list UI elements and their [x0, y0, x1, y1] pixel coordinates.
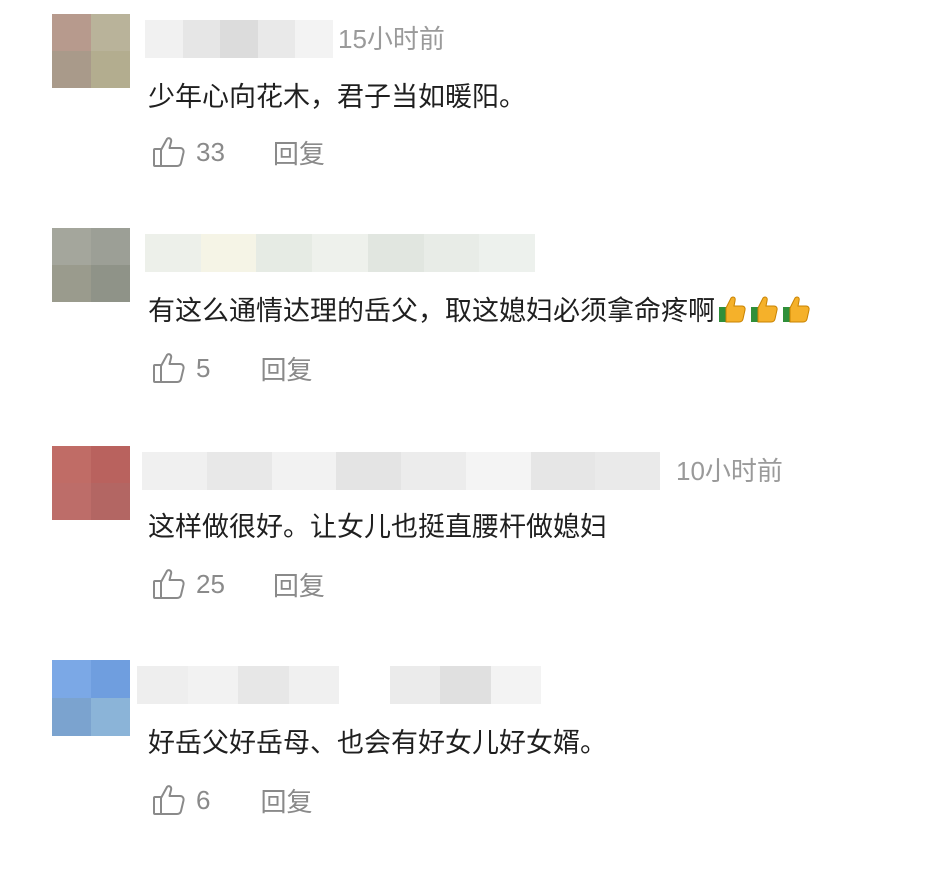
comment-actions: 33 回复	[152, 132, 325, 172]
avatar-pixel	[52, 228, 91, 265]
like-button[interactable]: 33	[152, 135, 225, 169]
like-button[interactable]: 6	[152, 783, 210, 817]
username-blurred[interactable]	[137, 666, 541, 704]
avatar[interactable]	[52, 446, 130, 520]
comment-item: 有这么通情达理的岳父，取这媳妇必须拿命疼啊 5 回复	[0, 228, 928, 438]
avatar-pixel	[91, 446, 130, 483]
comment-text: 这样做很好。让女儿也挺直腰杆做媳妇	[148, 512, 607, 543]
avatar-pixel	[52, 14, 91, 51]
thumbs-up-emoji-group	[715, 296, 811, 327]
thumbs-up-icon	[153, 569, 185, 599]
username-pixel	[220, 20, 258, 58]
username-pixel	[295, 20, 333, 58]
avatar-pixel	[52, 51, 91, 88]
username-pixel	[479, 234, 535, 272]
reply-button[interactable]: 回复	[260, 782, 312, 819]
avatar-pixel	[91, 51, 130, 88]
username-pixel	[288, 666, 339, 704]
thumbs-up-icon	[153, 137, 185, 167]
avatar[interactable]	[52, 660, 130, 736]
username-pixel	[401, 452, 466, 490]
username-pixel	[206, 452, 272, 490]
username-pixel	[530, 452, 596, 490]
comment-actions: 5 回复	[152, 348, 312, 388]
avatar-pixel	[91, 660, 130, 698]
username-pixel	[187, 666, 238, 704]
thumbs-up-emoji-icon	[783, 296, 810, 323]
avatar-pixel	[91, 228, 130, 265]
like-button[interactable]: 25	[152, 567, 225, 601]
username-blurred[interactable]	[145, 234, 535, 272]
avatar-pixel	[91, 698, 130, 736]
username-pixel	[440, 666, 491, 704]
avatar-pixel	[91, 14, 130, 51]
thumbs-up-icon	[153, 353, 185, 383]
comment-text: 好岳父好岳母、也会有好女儿好女婿。	[148, 728, 607, 759]
username-pixel	[490, 666, 541, 704]
username-pixel	[145, 234, 201, 272]
thumbs-up-emoji-icon	[719, 296, 746, 323]
avatar-pixel	[91, 265, 130, 302]
thumbs-up-icon	[153, 785, 185, 815]
avatar-pixel	[52, 446, 91, 483]
username-blurred[interactable]	[145, 20, 333, 58]
username-pixel	[339, 666, 390, 704]
avatar-pixel	[52, 265, 91, 302]
username-pixel	[336, 452, 401, 490]
comment-actions: 6 回复	[152, 780, 312, 820]
username-pixel	[142, 452, 207, 490]
username-pixel	[465, 452, 531, 490]
comment-time: 15小时前	[338, 24, 445, 54]
avatar-pixel	[52, 698, 91, 736]
avatar-pixel	[52, 483, 91, 520]
username-pixel	[595, 452, 660, 490]
username-pixel	[257, 20, 296, 58]
username-pixel	[389, 666, 440, 704]
comment-actions: 25 回复	[152, 564, 325, 604]
avatar-pixel	[91, 483, 130, 520]
comment-text-content: 有这么通情达理的岳父，取这媳妇必须拿命疼啊	[148, 296, 715, 327]
username-pixel	[137, 666, 188, 704]
reply-button[interactable]: 回复	[273, 134, 325, 171]
thumbs-up-emoji-icon	[751, 296, 778, 323]
like-button[interactable]: 5	[152, 351, 210, 385]
username-pixel	[367, 234, 424, 272]
username-pixel	[271, 452, 337, 490]
username-pixel	[256, 234, 313, 272]
username-pixel	[200, 234, 257, 272]
username-pixel	[238, 666, 289, 704]
avatar[interactable]	[52, 14, 130, 88]
like-count: 5	[196, 352, 211, 383]
comment-item: 10小时前 这样做很好。让女儿也挺直腰杆做媳妇 25 回复	[0, 446, 928, 656]
like-count: 25	[196, 568, 225, 599]
avatar-pixel	[52, 660, 91, 698]
username-blurred[interactable]	[142, 452, 660, 490]
like-count: 33	[196, 136, 225, 167]
comment-time: 10小时前	[676, 456, 783, 486]
username-pixel	[182, 20, 221, 58]
comment-item: 好岳父好岳母、也会有好女儿好女婿。 6 回复	[0, 660, 928, 870]
comment-item: 15小时前 少年心向花木，君子当如暖阳。 33 回复	[0, 14, 928, 224]
reply-button[interactable]: 回复	[273, 566, 325, 603]
username-pixel	[423, 234, 480, 272]
comment-text: 少年心向花木，君子当如暖阳。	[148, 82, 526, 113]
username-pixel	[145, 20, 183, 58]
avatar[interactable]	[52, 228, 130, 302]
like-count: 6	[196, 784, 211, 815]
comment-text: 有这么通情达理的岳父，取这媳妇必须拿命疼啊	[148, 292, 811, 332]
reply-button[interactable]: 回复	[260, 350, 312, 387]
username-pixel	[312, 234, 368, 272]
